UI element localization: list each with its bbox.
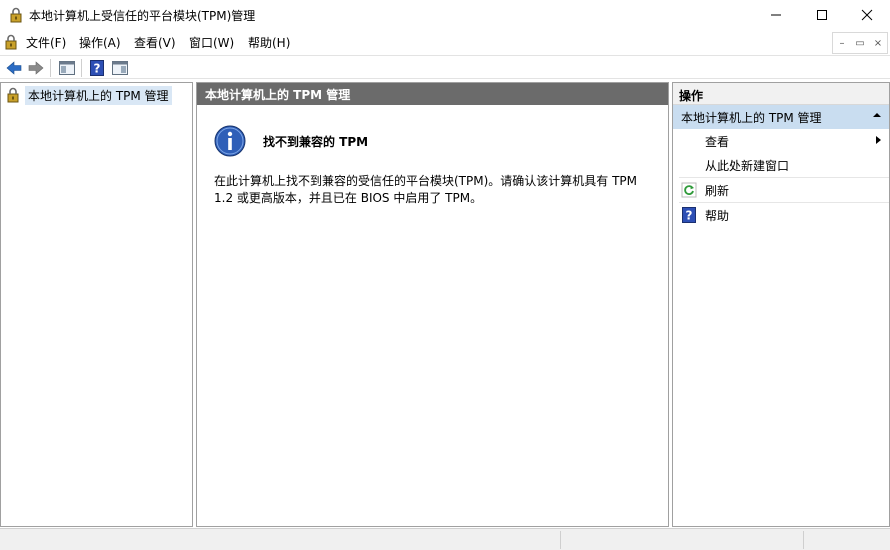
help-icon: ? [682, 207, 696, 223]
actions-group-tpm[interactable]: 本地计算机上的 TPM 管理 [673, 105, 889, 129]
menu-view[interactable]: 查看(V) [134, 34, 176, 51]
result-pane-header: 本地计算机上的 TPM 管理 [197, 83, 668, 105]
result-pane: 本地计算机上的 TPM 管理 找不到兼容的 TPM 在此计算机上找不到兼容的受信… [196, 82, 669, 527]
menu-action[interactable]: 操作(A) [79, 34, 121, 51]
show-hide-tree-button[interactable] [57, 58, 77, 78]
tpm-tree-icon [7, 87, 19, 103]
action-view[interactable]: 查看 [673, 129, 889, 153]
tree-item-label: 本地计算机上的 TPM 管理 [25, 85, 172, 105]
mdi-minimize-button[interactable]: – [833, 33, 851, 53]
back-icon [6, 61, 22, 75]
toolbar: ? [0, 55, 890, 79]
svg-text:?: ? [686, 209, 693, 223]
close-icon [861, 9, 873, 21]
forward-button[interactable] [26, 58, 46, 78]
menu-window[interactable]: 窗口(W) [189, 34, 234, 51]
window-title: 本地计算机上受信任的平台模块(TPM)管理 [29, 9, 256, 23]
tree-item-tpm-management[interactable]: 本地计算机上的 TPM 管理 [5, 85, 172, 105]
help-icon: ? [90, 60, 104, 76]
action-help-label: 帮助 [705, 209, 730, 223]
toolbar-separator [50, 59, 51, 77]
maximize-icon [817, 10, 827, 20]
minimize-button[interactable] [753, 0, 799, 30]
console-tree-pane: 本地计算机上的 TPM 管理 [0, 82, 193, 527]
mdi-close-button[interactable]: × [869, 33, 887, 53]
info-title: 找不到兼容的 TPM [263, 135, 369, 149]
info-message: 在此计算机上找不到兼容的受信任的平台模块(TPM)。请确认该计算机具有 TPM … [214, 174, 638, 205]
status-divider [560, 531, 561, 549]
action-view-label: 查看 [705, 135, 730, 149]
action-new-window-label: 从此处新建窗口 [705, 159, 790, 173]
minimize-icon [771, 14, 781, 16]
forward-icon [28, 61, 44, 75]
action-refresh[interactable]: 刷新 [673, 178, 889, 202]
actions-group-label: 本地计算机上的 TPM 管理 [681, 110, 822, 125]
toolbar-separator [81, 59, 82, 77]
tpm-menu-icon[interactable] [3, 34, 19, 50]
collapse-up-icon [873, 113, 881, 117]
mdi-restore-button[interactable]: ▭ [851, 33, 869, 53]
show-hide-tree-icon [59, 61, 75, 75]
action-help[interactable]: ? 帮助 [673, 203, 889, 227]
svg-text:?: ? [94, 62, 101, 76]
refresh-icon [681, 182, 697, 198]
back-button[interactable] [4, 58, 24, 78]
status-bar [0, 528, 890, 550]
tpm-app-icon [10, 7, 22, 23]
info-icon [214, 125, 246, 157]
menu-bar: 文件(F) 操作(A) 查看(V) 窗口(W) 帮助(H) [0, 30, 890, 54]
submenu-arrow-icon [876, 136, 881, 144]
actions-pane: 操作 本地计算机上的 TPM 管理 查看 从此处新建窗口 刷新 ? 帮助 [672, 82, 890, 527]
action-new-window[interactable]: 从此处新建窗口 [673, 153, 889, 177]
help-button[interactable]: ? [87, 58, 107, 78]
menu-help[interactable]: 帮助(H) [248, 34, 290, 51]
menu-file[interactable]: 文件(F) [26, 34, 66, 51]
mdi-controls: – ▭ × [832, 32, 888, 54]
maximize-button[interactable] [799, 0, 845, 30]
close-button[interactable] [844, 0, 890, 30]
title-bar: 本地计算机上受信任的平台模块(TPM)管理 [0, 0, 890, 30]
status-divider [803, 531, 804, 549]
actions-header: 操作 [673, 83, 889, 105]
show-hide-action-pane-icon [112, 61, 128, 75]
action-refresh-label: 刷新 [705, 184, 730, 198]
show-hide-action-pane-button[interactable] [110, 58, 130, 78]
